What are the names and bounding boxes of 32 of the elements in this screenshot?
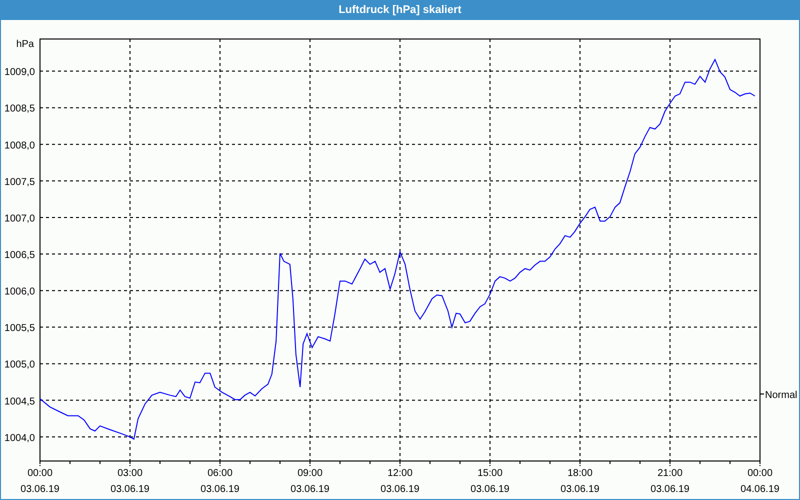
x-tick-date: 03.06.19 xyxy=(650,484,690,495)
y-tick-label: 1005,0 xyxy=(4,360,35,371)
y-tick-label: 1008,0 xyxy=(4,140,35,152)
x-tick-date: 03.06.19 xyxy=(380,484,420,495)
y-tick-label: 1004,0 xyxy=(4,432,35,444)
y-tick-label: 1007,0 xyxy=(4,213,35,224)
x-tick-date: 04.06.19 xyxy=(740,484,780,495)
x-tick-label: 00:00 xyxy=(747,468,773,479)
x-tick-label: 09:00 xyxy=(297,468,323,479)
y-tick-label: 1004,5 xyxy=(4,396,35,408)
y-tick-label: 1007,5 xyxy=(4,176,35,188)
y-tick-label: 1009,0 xyxy=(4,67,35,78)
reference-label: Normal xyxy=(765,390,798,401)
x-tick-date: 03.06.19 xyxy=(470,484,510,495)
x-tick-label: 00:00 xyxy=(27,468,53,479)
x-tick-label: 15:00 xyxy=(477,468,503,479)
y-tick-label: 1005,5 xyxy=(4,323,35,334)
x-tick-label: 21:00 xyxy=(657,468,683,479)
x-tick-date: 03.06.19 xyxy=(290,484,330,495)
window-title: Luftdruck [hPa] skaliert xyxy=(338,4,462,16)
x-tick-label: 18:00 xyxy=(567,468,593,479)
x-tick-date: 03.06.19 xyxy=(110,484,150,495)
x-tick-date: 03.06.19 xyxy=(20,484,60,495)
x-tick-label: 06:00 xyxy=(207,468,233,479)
x-tick-date: 03.06.19 xyxy=(560,484,600,495)
x-tick-label: 12:00 xyxy=(387,468,413,479)
y-axis-unit: hPa xyxy=(16,39,34,50)
y-tick-label: 1006,5 xyxy=(4,250,35,262)
y-tick-label: 1006,0 xyxy=(4,286,35,298)
x-tick-date: 03.06.19 xyxy=(200,484,240,495)
x-tick-label: 03:00 xyxy=(117,468,143,479)
y-tick-label: 1008,5 xyxy=(4,104,35,115)
